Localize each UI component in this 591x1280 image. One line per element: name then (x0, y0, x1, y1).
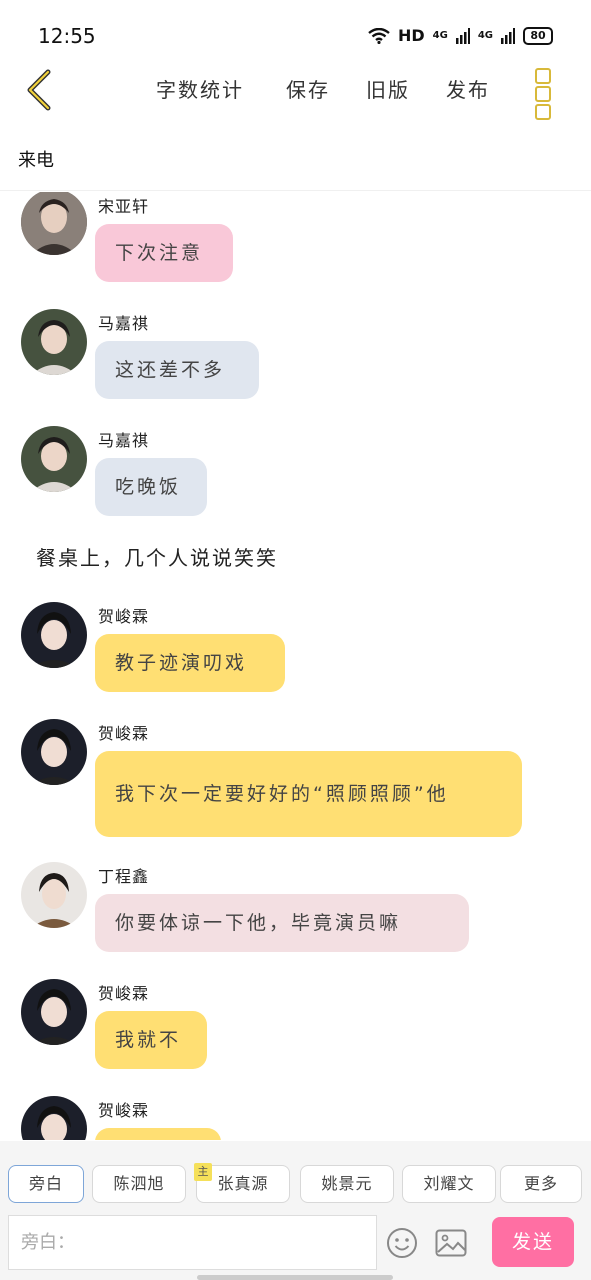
composer-panel: 旁白 陈泗旭 张真源 主 姚景元 刘耀文 更多 旁白： 发送 (0, 1141, 591, 1280)
save-button[interactable]: 保存 (286, 74, 330, 103)
main-role-badge: 主 (194, 1163, 212, 1181)
sender-name: 丁程鑫 (98, 867, 150, 886)
avatar[interactable] (21, 862, 87, 928)
sender-name: 贺峻霖 (98, 1101, 150, 1120)
status-indicators: HD 4G 4G 80 (368, 26, 553, 45)
message-bubble[interactable] (95, 1128, 221, 1140)
top-toolbar: 字数统计 保存 旧版 发布 (0, 62, 591, 120)
role-tab-narration[interactable]: 旁白 (8, 1165, 84, 1203)
message-bubble[interactable]: 吃晚饭 (95, 458, 207, 516)
avatar[interactable] (21, 719, 87, 785)
narration-text: 餐桌上，几个人说说笑笑 (36, 546, 278, 570)
sender-name: 贺峻霖 (98, 984, 150, 1003)
avatar[interactable] (21, 309, 87, 375)
avatar[interactable] (21, 979, 87, 1045)
header-divider (0, 190, 591, 191)
publish-button[interactable]: 发布 (446, 74, 490, 103)
message-bubble[interactable]: 教子迹演叨戏 (95, 634, 285, 692)
status-time: 12:55 (38, 24, 96, 48)
avatar[interactable] (21, 1096, 87, 1140)
role-tab-3[interactable]: 姚景元 (300, 1165, 394, 1203)
emoji-icon[interactable] (386, 1227, 418, 1259)
avatar[interactable] (21, 426, 87, 492)
message-input[interactable]: 旁白： (8, 1215, 377, 1270)
old-version-button[interactable]: 旧版 (366, 74, 410, 103)
image-icon[interactable] (435, 1229, 467, 1257)
signal-icon (455, 27, 470, 44)
sender-name: 贺峻霖 (98, 607, 150, 626)
wifi-icon (368, 27, 390, 44)
signal-label-2: 4G (477, 30, 493, 41)
chat-list[interactable]: 宋亚轩 下次注意 马嘉祺 这还差不多 马嘉祺 吃晚饭 餐桌上，几个人说说笑笑 贺… (0, 192, 591, 1140)
message-bubble[interactable]: 我下次一定要好好的“照顾照顾”他 (95, 751, 522, 837)
signal-icon-2 (501, 27, 515, 44)
sender-name: 马嘉祺 (98, 314, 150, 333)
sender-name: 贺峻霖 (98, 724, 150, 743)
send-button[interactable]: 发送 (492, 1217, 574, 1267)
home-indicator[interactable] (197, 1275, 393, 1280)
message-bubble[interactable]: 下次注意 (95, 224, 233, 282)
sender-name: 宋亚轩 (98, 197, 150, 216)
sender-name: 马嘉祺 (98, 431, 150, 450)
avatar[interactable] (21, 192, 87, 255)
more-menu-icon[interactable] (534, 66, 554, 120)
page-title: 来电 (18, 150, 54, 171)
signal-label-1: 4G (432, 30, 448, 41)
avatar[interactable] (21, 602, 87, 668)
role-tab-more[interactable]: 更多 (500, 1165, 582, 1203)
network-label: HD (397, 26, 425, 45)
word-count-button[interactable]: 字数统计 (156, 74, 244, 103)
battery-icon: 80 (523, 26, 553, 45)
message-bubble[interactable]: 你要体谅一下他，毕竟演员嘛 (95, 894, 469, 952)
status-bar: 12:55 HD 4G 4G 80 (0, 0, 591, 70)
role-tab-1[interactable]: 陈泗旭 (92, 1165, 186, 1203)
back-button[interactable] (22, 68, 62, 112)
role-tab-4[interactable]: 刘耀文 (402, 1165, 496, 1203)
back-arrow-icon (27, 69, 51, 111)
message-bubble[interactable]: 这还差不多 (95, 341, 259, 399)
message-bubble[interactable]: 我就不 (95, 1011, 207, 1069)
